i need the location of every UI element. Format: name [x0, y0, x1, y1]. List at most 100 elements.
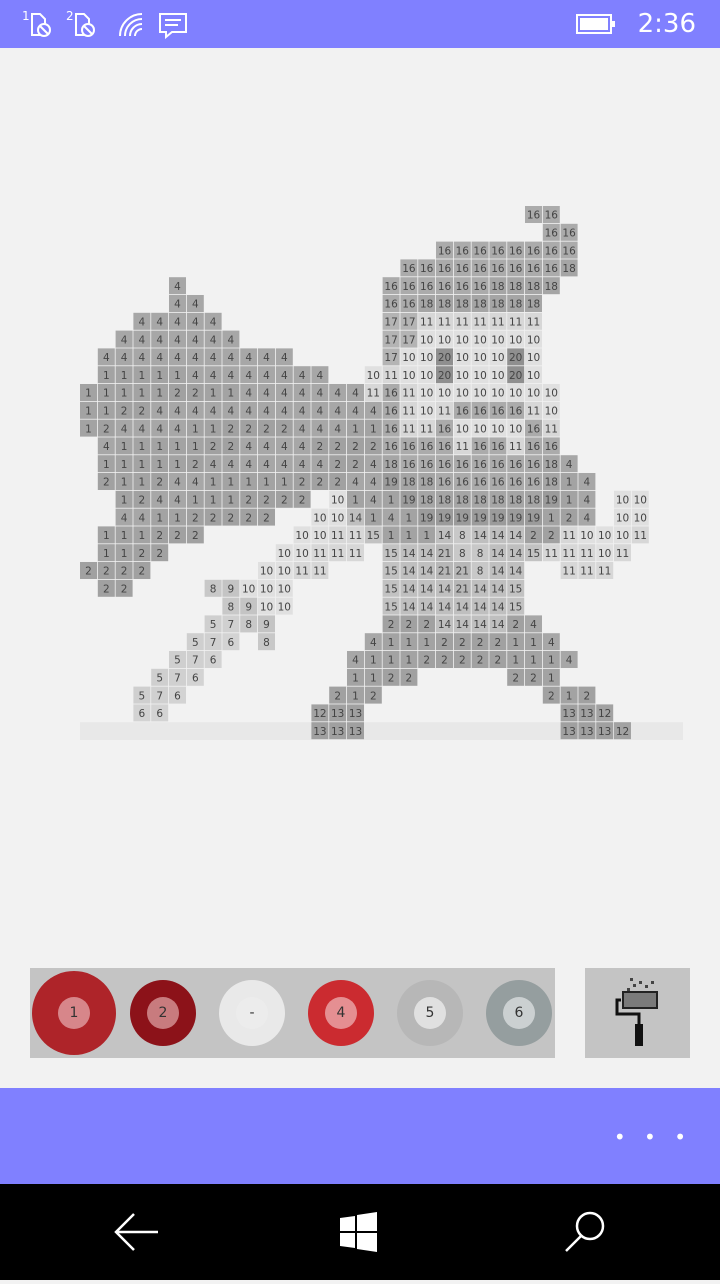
grid-cell[interactable]: 17: [400, 312, 418, 330]
grid-cell[interactable]: 16: [525, 473, 542, 490]
grid-cell[interactable]: 11: [525, 312, 542, 330]
grid-cell[interactable]: 2: [489, 633, 507, 651]
grid-cell[interactable]: 4: [151, 348, 169, 366]
grid-cell[interactable]: 10: [293, 526, 311, 544]
grid-cell[interactable]: 13: [329, 722, 347, 740]
grid-cell[interactable]: 4: [293, 401, 311, 419]
grid-cell[interactable]: 11: [347, 526, 364, 544]
grid-cell[interactable]: 16: [525, 419, 542, 437]
grid-cell[interactable]: 1: [115, 437, 133, 455]
grid-cell[interactable]: 21: [453, 579, 471, 597]
grid-cell[interactable]: 6: [186, 668, 204, 686]
grid-cell[interactable]: 2: [311, 437, 329, 455]
grid-cell[interactable]: 4: [151, 490, 169, 508]
grid-cell[interactable]: 16: [382, 419, 400, 437]
grid-cell[interactable]: 1: [97, 384, 115, 401]
grid-cell[interactable]: 2: [560, 508, 578, 526]
grid-cell[interactable]: 1: [364, 508, 382, 526]
grid-cell[interactable]: 4: [222, 401, 240, 419]
grid-cell[interactable]: 10: [471, 330, 489, 348]
grid-cell[interactable]: 14: [507, 526, 525, 544]
grid-cell[interactable]: 20: [507, 366, 525, 384]
grid-cell[interactable]: 11: [560, 526, 578, 544]
grid-cell[interactable]: 1: [542, 508, 560, 526]
grid-cell[interactable]: 4: [186, 330, 204, 348]
grid-cell[interactable]: 19: [542, 490, 560, 508]
grid-cell[interactable]: 18: [489, 490, 507, 508]
grid-cell[interactable]: 14: [489, 562, 507, 579]
grid-cell[interactable]: 4: [151, 419, 169, 437]
grid-cell[interactable]: 11: [507, 437, 525, 455]
grid-cell[interactable]: 10: [542, 401, 560, 419]
grid-cell[interactable]: 11: [347, 544, 364, 562]
grid-cell[interactable]: 2: [151, 526, 169, 544]
grid-cell[interactable]: 10: [418, 384, 436, 401]
grid-cell[interactable]: 1: [560, 490, 578, 508]
grid-cell[interactable]: 16: [471, 473, 489, 490]
grid-cell[interactable]: 4: [169, 330, 186, 348]
grid-cell[interactable]: 2: [436, 651, 453, 668]
grid-cell[interactable]: 11: [578, 544, 596, 562]
grid-cell[interactable]: 11: [329, 526, 347, 544]
grid-cell[interactable]: 6: [169, 686, 186, 704]
grid-cell[interactable]: 8: [453, 544, 471, 562]
grid-cell[interactable]: 4: [311, 366, 329, 384]
grid-cell[interactable]: 4: [311, 384, 329, 401]
grid-cell[interactable]: 19: [382, 473, 400, 490]
grid-cell[interactable]: 16: [453, 277, 471, 295]
grid-cell[interactable]: 1: [418, 526, 436, 544]
grid-cell[interactable]: 16: [525, 437, 542, 455]
grid-cell[interactable]: 10: [418, 348, 436, 366]
grid-cell[interactable]: 16: [418, 259, 436, 277]
grid-cell[interactable]: 4: [169, 277, 186, 295]
grid-cell[interactable]: 10: [507, 384, 525, 401]
grid-cell[interactable]: 16: [453, 455, 471, 473]
grid-cell[interactable]: 11: [382, 366, 400, 384]
grid-cell[interactable]: 8: [204, 579, 222, 597]
grid-cell[interactable]: 14: [471, 526, 489, 544]
grid-cell[interactable]: 15: [382, 544, 400, 562]
grid-cell[interactable]: 2: [453, 633, 471, 651]
grid-cell[interactable]: 1: [525, 633, 542, 651]
grid-cell[interactable]: 10: [293, 544, 311, 562]
grid-cell[interactable]: 4: [293, 455, 311, 473]
grid-cell[interactable]: 10: [471, 384, 489, 401]
grid-cell[interactable]: 16: [525, 455, 542, 473]
grid-cell[interactable]: 20: [436, 366, 453, 384]
grid-cell[interactable]: 2: [364, 437, 382, 455]
grid-cell[interactable]: 14: [507, 562, 525, 579]
grid-cell[interactable]: 17: [382, 330, 400, 348]
grid-cell[interactable]: 1: [115, 384, 133, 401]
grid-cell[interactable]: 2: [525, 668, 542, 686]
grid-cell[interactable]: 11: [400, 419, 418, 437]
grid-cell[interactable]: 1: [115, 544, 133, 562]
grid-cell[interactable]: 8: [222, 597, 240, 615]
grid-cell[interactable]: 1: [222, 473, 240, 490]
grid-cell[interactable]: 2: [97, 579, 115, 597]
grid-cell[interactable]: 2: [97, 419, 115, 437]
grid-cell[interactable]: 2: [382, 668, 400, 686]
grid-cell[interactable]: 2: [329, 686, 347, 704]
grid-cell[interactable]: 2: [97, 562, 115, 579]
grid-cell[interactable]: 10: [596, 544, 614, 562]
grid-cell[interactable]: 2: [542, 526, 560, 544]
grid-cell[interactable]: 4: [311, 455, 329, 473]
grid-cell[interactable]: 16: [542, 259, 560, 277]
grid-cell[interactable]: 2: [240, 490, 258, 508]
palette-swatch-6[interactable]: 6: [486, 980, 552, 1046]
grid-cell[interactable]: 4: [364, 401, 382, 419]
grid-cell[interactable]: 1: [542, 651, 560, 668]
grid-cell[interactable]: 4: [578, 490, 596, 508]
grid-cell[interactable]: 2: [436, 633, 453, 651]
grid-cell[interactable]: 4: [275, 455, 293, 473]
grid-cell[interactable]: 4: [222, 348, 240, 366]
grid-cell[interactable]: 4: [542, 633, 560, 651]
grid-cell[interactable]: 14: [471, 615, 489, 633]
grid-cell[interactable]: 10: [578, 526, 596, 544]
grid-cell[interactable]: 4: [329, 401, 347, 419]
grid-cell[interactable]: 5: [133, 686, 151, 704]
grid-cell[interactable]: 11: [436, 401, 453, 419]
grid-cell[interactable]: 14: [400, 562, 418, 579]
grid-cell[interactable]: 16: [418, 277, 436, 295]
grid-cell[interactable]: 15: [364, 526, 382, 544]
